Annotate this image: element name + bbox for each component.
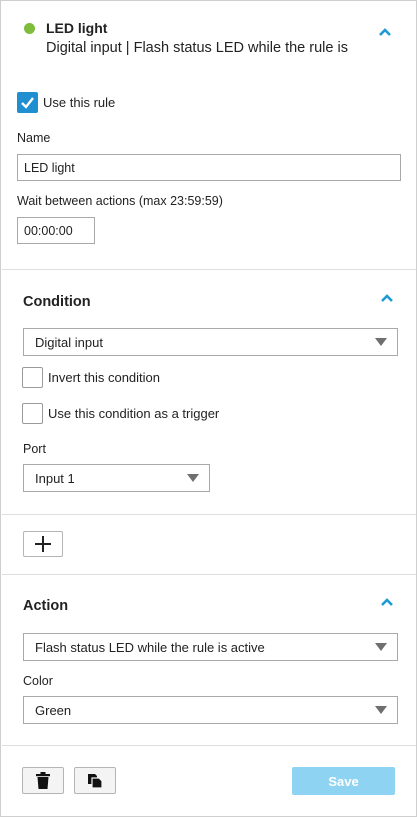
color-label: Color (23, 674, 53, 688)
dropdown-arrow-icon (375, 706, 387, 714)
chevron-up-icon[interactable] (378, 25, 392, 39)
dropdown-arrow-icon (375, 338, 387, 346)
section-divider (2, 514, 416, 515)
delete-button[interactable] (22, 767, 64, 794)
trigger-condition-row[interactable]: Use this condition as a trigger (22, 403, 219, 424)
use-rule-checkbox-row[interactable]: Use this rule (17, 92, 115, 113)
wait-input[interactable] (17, 217, 95, 244)
invert-condition-label: Invert this condition (48, 370, 161, 385)
trash-icon (36, 772, 50, 789)
plus-icon (35, 536, 51, 552)
section-divider (2, 574, 416, 575)
status-dot-icon (24, 23, 35, 34)
use-rule-checkbox[interactable] (17, 92, 38, 113)
condition-type-value: Digital input (35, 335, 103, 350)
dropdown-arrow-icon (375, 643, 387, 651)
action-type-select[interactable]: Flash status LED while the rule is activ… (23, 633, 398, 661)
name-input[interactable] (17, 154, 401, 181)
port-value: Input 1 (35, 471, 75, 486)
action-type-value: Flash status LED while the rule is activ… (35, 640, 265, 655)
copy-icon (88, 773, 103, 789)
name-label: Name (17, 131, 51, 145)
dropdown-arrow-icon (187, 474, 199, 482)
rule-title: LED light (46, 20, 108, 36)
rule-summary: Digital input | Flash status LED while t… (46, 40, 348, 56)
color-select[interactable]: Green (23, 696, 398, 724)
condition-title: Condition (23, 294, 91, 310)
port-label: Port (23, 442, 46, 456)
trigger-condition-label: Use this condition as a trigger (48, 406, 220, 421)
section-divider (2, 269, 416, 270)
invert-condition-row[interactable]: Invert this condition (22, 367, 160, 388)
checkmark-icon (21, 97, 34, 109)
wait-label: Wait between actions (max 23:59:59) (17, 194, 223, 208)
duplicate-button[interactable] (74, 767, 116, 794)
action-title: Action (23, 598, 69, 614)
add-condition-button[interactable] (23, 531, 63, 557)
chevron-up-icon[interactable] (380, 595, 394, 609)
use-rule-label: Use this rule (43, 95, 116, 110)
color-value: Green (35, 703, 72, 718)
save-button[interactable]: Save (292, 767, 395, 795)
rule-editor-panel: LED light Digital input | Flash status L… (0, 0, 417, 817)
condition-type-select[interactable]: Digital input (23, 328, 398, 356)
port-select[interactable]: Input 1 (23, 464, 210, 492)
chevron-up-icon[interactable] (380, 291, 394, 305)
invert-condition-checkbox[interactable] (22, 367, 43, 388)
rule-header[interactable]: LED light Digital input | Flash status L… (1, 1, 416, 71)
section-divider (2, 745, 416, 746)
trigger-condition-checkbox[interactable] (22, 403, 43, 424)
